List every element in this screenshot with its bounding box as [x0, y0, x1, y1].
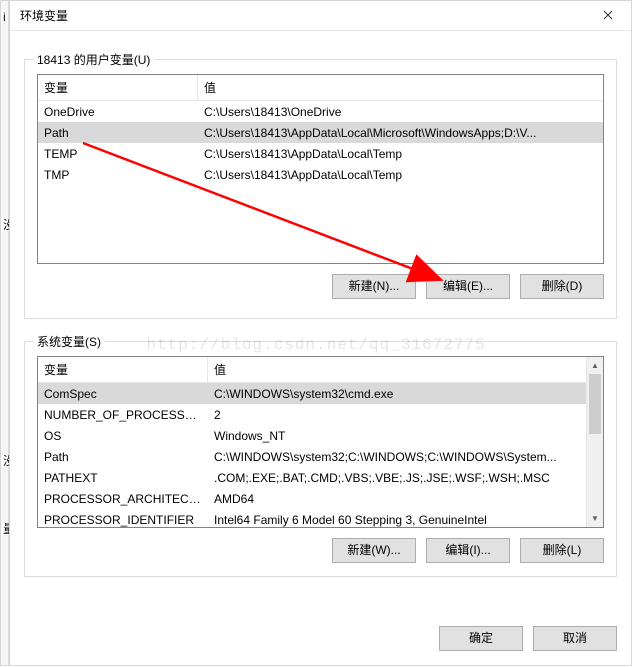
- user-var-value: C:\Users\18413\AppData\Local\Temp: [198, 168, 603, 182]
- system-var-value: C:\WINDOWS\system32;C:\WINDOWS;C:\WINDOW…: [208, 450, 586, 464]
- system-edit-button[interactable]: 编辑(I)...: [426, 538, 510, 563]
- system-var-row[interactable]: NUMBER_OF_PROCESSORS 2: [38, 404, 586, 425]
- close-icon: [603, 9, 613, 23]
- user-list-body: OneDrive C:\Users\18413\OneDrive Path C:…: [38, 101, 603, 185]
- user-var-value: C:\Users\18413\AppData\Local\Microsoft\W…: [198, 126, 603, 140]
- system-var-row[interactable]: PATHEXT .COM;.EXE;.BAT;.CMD;.VBS;.VBE;.J…: [38, 467, 586, 488]
- dialog-button-row: 确定 取消: [439, 626, 617, 651]
- system-header-value[interactable]: 值: [208, 357, 586, 382]
- system-group-label: 系统变量(S): [33, 333, 105, 350]
- user-group-label: 18413 的用户变量(U): [33, 51, 154, 68]
- system-variables-group: 系统变量(S) 变量 值 ComSpec C:\WINDOWS\system32…: [24, 341, 617, 577]
- system-header-variable[interactable]: 变量: [38, 357, 208, 382]
- scroll-thumb[interactable]: [589, 374, 601, 434]
- system-variables-list[interactable]: 变量 值 ComSpec C:\WINDOWS\system32\cmd.exe…: [37, 356, 604, 528]
- scroll-track[interactable]: [587, 374, 603, 510]
- user-var-row[interactable]: Path C:\Users\18413\AppData\Local\Micros…: [38, 122, 603, 143]
- system-list-header: 变量 值: [38, 357, 586, 383]
- window-title: 环境变量: [20, 7, 68, 24]
- system-new-button[interactable]: 新建(W)...: [332, 538, 416, 563]
- user-var-value: C:\Users\18413\AppData\Local\Temp: [198, 147, 603, 161]
- system-var-row[interactable]: PROCESSOR_ARCHITECT... AMD64: [38, 488, 586, 509]
- system-list-scrollbar[interactable]: ▲ ▼: [586, 357, 603, 527]
- user-edit-button[interactable]: 编辑(E)...: [426, 274, 510, 299]
- left-fragment: i: [1, 11, 6, 23]
- dialog-body: 18413 的用户变量(U) 变量 值 OneDrive C:\Users\18…: [10, 31, 631, 665]
- user-var-row[interactable]: TMP C:\Users\18413\AppData\Local\Temp: [38, 164, 603, 185]
- window-close-button[interactable]: [585, 1, 631, 31]
- user-button-row: 新建(N)... 编辑(E)... 删除(D): [37, 274, 604, 299]
- system-var-value: 2: [208, 408, 586, 422]
- system-var-name: PROCESSOR_ARCHITECT...: [38, 492, 208, 506]
- user-variables-list[interactable]: 变量 值 OneDrive C:\Users\18413\OneDrive Pa…: [37, 74, 604, 264]
- system-delete-button[interactable]: 删除(L): [520, 538, 604, 563]
- system-var-name: ComSpec: [38, 387, 208, 401]
- user-var-name: Path: [38, 126, 198, 140]
- system-var-name: Path: [38, 450, 208, 464]
- user-var-name: TEMP: [38, 147, 198, 161]
- user-delete-button[interactable]: 删除(D): [520, 274, 604, 299]
- system-var-value: .COM;.EXE;.BAT;.CMD;.VBS;.VBE;.JS;.JSE;.…: [208, 471, 586, 485]
- system-var-value: C:\WINDOWS\system32\cmd.exe: [208, 387, 586, 401]
- user-list-header: 变量 值: [38, 75, 603, 101]
- system-var-row[interactable]: PROCESSOR_IDENTIFIER Intel64 Family 6 Mo…: [38, 509, 586, 527]
- system-var-value: Intel64 Family 6 Model 60 Stepping 3, Ge…: [208, 513, 586, 527]
- user-var-value: C:\Users\18413\OneDrive: [198, 105, 603, 119]
- user-new-button[interactable]: 新建(N)...: [332, 274, 416, 299]
- user-variables-group: 18413 的用户变量(U) 变量 值 OneDrive C:\Users\18…: [24, 59, 617, 319]
- scroll-up-icon[interactable]: ▲: [587, 357, 603, 374]
- user-header-variable[interactable]: 变量: [38, 75, 198, 100]
- system-var-name: NUMBER_OF_PROCESSORS: [38, 408, 208, 422]
- window-frame: i 没 没 量 环境变量 18413 的用户变量(U) 变量 值: [0, 0, 632, 666]
- title-bar: 环境变量: [10, 1, 631, 31]
- system-button-row: 新建(W)... 编辑(I)... 删除(L): [37, 538, 604, 563]
- system-var-row[interactable]: ComSpec C:\WINDOWS\system32\cmd.exe: [38, 383, 586, 404]
- user-var-name: OneDrive: [38, 105, 198, 119]
- left-crop-strip: i 没 没 量: [1, 1, 9, 665]
- ok-button[interactable]: 确定: [439, 626, 523, 651]
- user-var-row[interactable]: TEMP C:\Users\18413\AppData\Local\Temp: [38, 143, 603, 164]
- user-var-row[interactable]: OneDrive C:\Users\18413\OneDrive: [38, 101, 603, 122]
- system-var-value: Windows_NT: [208, 429, 586, 443]
- system-var-value: AMD64: [208, 492, 586, 506]
- user-var-name: TMP: [38, 168, 198, 182]
- system-list-body: ComSpec C:\WINDOWS\system32\cmd.exe NUMB…: [38, 383, 586, 527]
- scroll-down-icon[interactable]: ▼: [587, 510, 603, 527]
- cancel-button[interactable]: 取消: [533, 626, 617, 651]
- system-var-name: PROCESSOR_IDENTIFIER: [38, 513, 208, 527]
- system-var-name: PATHEXT: [38, 471, 208, 485]
- system-var-name: OS: [38, 429, 208, 443]
- system-var-row[interactable]: OS Windows_NT: [38, 425, 586, 446]
- user-header-value[interactable]: 值: [198, 75, 603, 100]
- system-var-row[interactable]: Path C:\WINDOWS\system32;C:\WINDOWS;C:\W…: [38, 446, 586, 467]
